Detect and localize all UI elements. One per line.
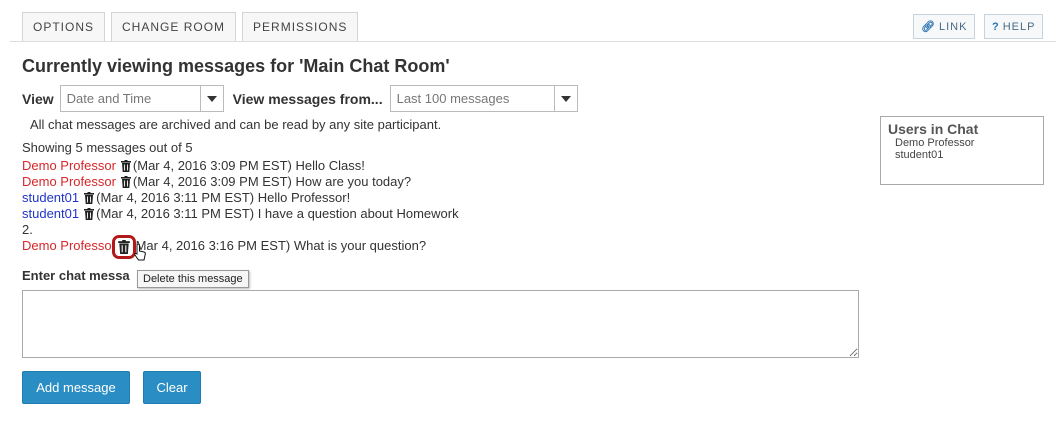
- view-select-value: Date and Time: [66, 91, 152, 106]
- message-list: Demo Professor (Mar 4, 2016 3:09 PM EST) …: [22, 158, 462, 259]
- help-button[interactable]: ? HELP: [984, 14, 1044, 39]
- chevron-down-icon: [199, 86, 223, 111]
- list-item: student01 (Mar 4, 2016 3:11 PM EST) Hello…: [22, 190, 462, 206]
- list-item: Demo Professor (Mar 4, 2016 3:09 PM EST) …: [22, 158, 462, 174]
- tab-options[interactable]: OPTIONS: [22, 12, 106, 42]
- tab-permissions[interactable]: PERMISSIONS: [242, 12, 359, 42]
- trash-icon: [117, 240, 130, 258]
- message-text: (Mar 4, 2016 3:11 PM EST) Hello Professo…: [96, 190, 351, 205]
- clear-button[interactable]: Clear: [143, 371, 201, 404]
- view-controls: View Date and Time View messages from...…: [22, 85, 578, 112]
- trash-icon[interactable]: [84, 208, 95, 220]
- view-from-label: View messages from...: [232, 90, 383, 107]
- message-text: (Mar 4, 2016 3:09 PM EST) How are you to…: [132, 174, 412, 189]
- view-from-select[interactable]: Last 100 messages: [389, 85, 578, 112]
- user-list-item: student01: [895, 149, 944, 161]
- list-item: Demo Professo Mar 4, 2016 3:16 PM EST) Wh…: [22, 235, 462, 259]
- tab-change-room[interactable]: CHANGE ROOM: [111, 12, 237, 42]
- message-text: (Mar 4, 2016 3:09 PM EST) Hello Class!: [132, 158, 365, 173]
- view-from-select-value: Last 100 messages: [396, 91, 510, 106]
- message-author: student01: [22, 190, 80, 205]
- trash-icon[interactable]: [84, 192, 95, 204]
- trash-icon[interactable]: [120, 176, 131, 188]
- archive-note: All chat messages are archived and can b…: [30, 117, 442, 132]
- tooltip: Delete this message: [137, 270, 249, 288]
- message-author: Demo Professor: [22, 174, 116, 189]
- page-title: Currently viewing messages for 'Main Cha…: [22, 56, 450, 76]
- users-in-chat-panel: Users in Chat Demo Professor student01: [880, 116, 1044, 185]
- trash-icon[interactable]: [120, 160, 131, 172]
- message-text: Mar 4, 2016 3:16 PM EST) What is your qu…: [135, 238, 427, 253]
- message-count: Showing 5 messages out of 5: [22, 140, 193, 155]
- message-author: Demo Professo: [22, 238, 112, 253]
- enter-message-label: Enter chat messa: [22, 268, 130, 283]
- chevron-down-icon: [553, 86, 577, 111]
- link-icon: 🔗︎: [921, 21, 936, 33]
- list-item: Demo Professor (Mar 4, 2016 3:09 PM EST) …: [22, 174, 462, 190]
- view-label: View: [22, 90, 54, 107]
- add-message-button[interactable]: Add message: [22, 371, 130, 404]
- question-icon: ?: [992, 21, 1000, 33]
- list-item: student01 (Mar 4, 2016 3:11 PM EST) I hav…: [22, 206, 462, 238]
- view-select[interactable]: Date and Time: [59, 85, 224, 112]
- delete-message-highlighted[interactable]: [111, 235, 136, 259]
- link-label: LINK: [938, 21, 968, 33]
- user-list-item: Demo Professor: [895, 137, 975, 149]
- message-author: Demo Professor: [22, 158, 116, 173]
- users-panel-title: Users in Chat: [888, 121, 979, 137]
- pointer-cursor-icon: [134, 243, 146, 267]
- help-label: HELP: [1002, 21, 1036, 33]
- chat-message-input[interactable]: [22, 290, 859, 358]
- message-author: student01: [22, 206, 80, 221]
- tab-divider: [10, 41, 1056, 42]
- tab-bar: OPTIONS CHANGE ROOM PERMISSIONS: [22, 12, 359, 42]
- link-button[interactable]: 🔗︎ LINK: [913, 14, 976, 39]
